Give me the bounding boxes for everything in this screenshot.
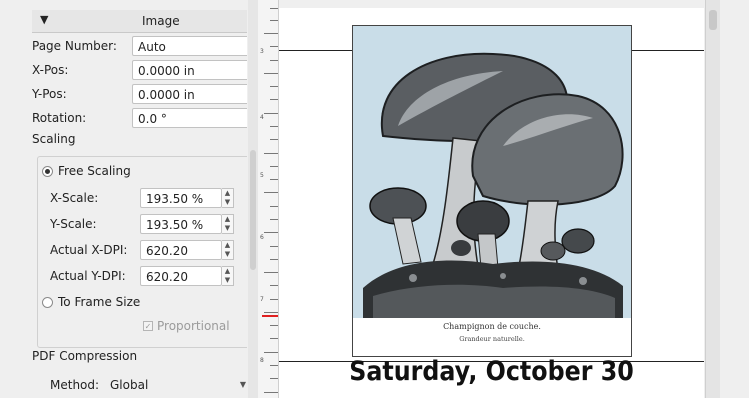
properties-panel: ▼ Image Page Number: Auto X-Pos: 0.0000 … xyxy=(0,0,258,398)
to-frame-size-radio[interactable] xyxy=(42,297,53,308)
spin-down-icon[interactable]: ▼ xyxy=(222,276,233,285)
actual-xdpi-spinner[interactable]: ▲ ▼ xyxy=(222,240,234,260)
ruler-label: 3 xyxy=(260,48,264,55)
ruler-position-marker xyxy=(262,315,278,317)
canvas-scrollbar[interactable] xyxy=(705,0,720,398)
panel-scrollbar-thumb[interactable] xyxy=(250,150,256,270)
mushroom-illustration xyxy=(353,26,631,318)
free-scaling-radio[interactable] xyxy=(42,166,53,177)
image-properties: ▼ Image Page Number: Auto X-Pos: 0.0000 … xyxy=(32,8,247,398)
document-canvas[interactable]: Champignon de couche. Grandeur naturelle… xyxy=(279,0,704,398)
ruler-label: 6 xyxy=(260,234,264,241)
vertical-ruler: 3 4 5 6 7 8 xyxy=(258,0,279,398)
page-number-field[interactable]: Auto xyxy=(132,36,247,56)
yscale-spinner[interactable]: ▲ ▼ xyxy=(222,214,234,234)
actual-xdpi-field[interactable]: 620.20 xyxy=(140,240,222,260)
section-title: Image xyxy=(142,14,180,28)
rotation-field[interactable]: 0.0 ° xyxy=(132,108,247,128)
xscale-field[interactable]: 193.50 % xyxy=(140,188,222,208)
actual-ydpi-spinner[interactable]: ▲ ▼ xyxy=(222,266,234,286)
ypos-field[interactable]: 0.0000 in xyxy=(132,84,247,104)
collapse-arrow-icon[interactable]: ▼ xyxy=(40,13,48,26)
spin-up-icon[interactable]: ▲ xyxy=(222,215,233,224)
ruler-label: 8 xyxy=(260,357,264,364)
panel-scrollbar[interactable] xyxy=(248,0,258,398)
pdf-compression-label: PDF Compression xyxy=(32,349,138,363)
proportional-label: Proportional xyxy=(157,319,230,333)
to-frame-size-label[interactable]: To Frame Size xyxy=(58,292,140,312)
spin-down-icon[interactable]: ▼ xyxy=(222,198,233,207)
actual-xdpi-label: Actual X-DPI: xyxy=(50,243,128,257)
method-label: Method: xyxy=(50,378,100,392)
page-number-label: Page Number: xyxy=(32,39,117,53)
actual-ydpi-field[interactable]: 620.20 xyxy=(140,266,222,286)
mushroom-drawing xyxy=(363,52,624,318)
rotation-label: Rotation: xyxy=(32,111,87,125)
ruler-label: 4 xyxy=(260,114,264,121)
spin-up-icon[interactable]: ▲ xyxy=(222,189,233,198)
xpos-label: X-Pos: xyxy=(32,63,69,77)
spin-down-icon[interactable]: ▼ xyxy=(222,224,233,233)
proportional-checkbox[interactable]: ✓ xyxy=(143,321,153,331)
scaling-label: Scaling xyxy=(32,132,76,146)
yscale-label: Y-Scale: xyxy=(50,217,97,231)
spin-down-icon[interactable]: ▼ xyxy=(222,250,233,259)
method-dropdown[interactable]: Global ▼ xyxy=(104,375,247,395)
date-heading[interactable]: Saturday, October 30 xyxy=(305,356,679,387)
image-section-header[interactable]: ▼ Image xyxy=(32,10,247,33)
xscale-label: X-Scale: xyxy=(50,191,99,205)
ruler-label: 5 xyxy=(260,172,264,179)
canvas-scrollbar-thumb[interactable] xyxy=(709,10,717,30)
spin-up-icon[interactable]: ▲ xyxy=(222,267,233,276)
yscale-field[interactable]: 193.50 % xyxy=(140,214,222,234)
page-gap xyxy=(279,0,704,8)
ruler-label: 7 xyxy=(260,296,264,303)
free-scaling-label[interactable]: Free Scaling xyxy=(58,161,131,181)
ypos-label: Y-Pos: xyxy=(32,87,67,101)
spin-up-icon[interactable]: ▲ xyxy=(222,241,233,250)
image-frame[interactable]: Champignon de couche. Grandeur naturelle… xyxy=(352,25,632,357)
right-margin xyxy=(720,0,749,398)
caption-line-2: Grandeur naturelle. xyxy=(459,335,525,343)
actual-ydpi-label: Actual Y-DPI: xyxy=(50,269,126,283)
dropdown-arrow-icon[interactable]: ▼ xyxy=(240,375,246,395)
caption-line-1: Champignon de couche. xyxy=(443,322,541,331)
method-value: Global xyxy=(110,378,149,392)
xscale-spinner[interactable]: ▲ ▼ xyxy=(222,188,234,208)
xpos-field[interactable]: 0.0000 in xyxy=(132,60,247,80)
